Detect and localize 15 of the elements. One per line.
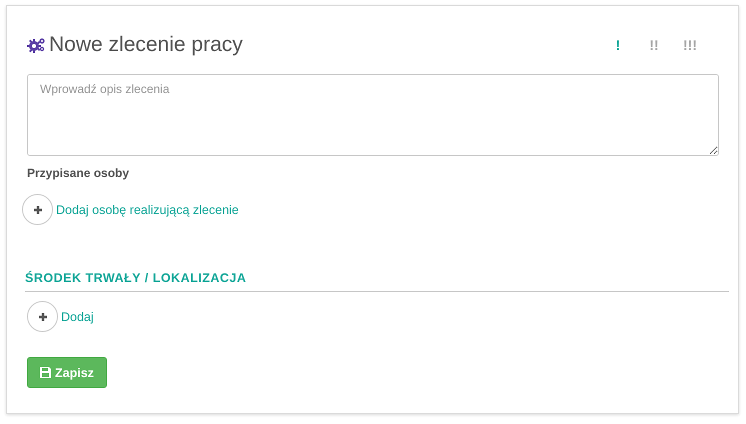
form-title: Nowe zlecenie pracy [49, 33, 243, 57]
add-link[interactable]: Dodaj osobę realizującą zlecenie [56, 202, 239, 216]
priority-toggle[interactable]: ! [600, 37, 636, 53]
add-button[interactable] [27, 301, 58, 332]
save-button[interactable]: Zapisz [27, 357, 107, 388]
add-button[interactable] [22, 194, 53, 225]
assigned-label: Przypisane osoby [27, 166, 130, 180]
plus-icon [38, 312, 48, 322]
add-link[interactable]: Dodaj [61, 310, 94, 324]
gears-icon [27, 37, 46, 53]
priority-toggle[interactable]: !! [636, 37, 672, 53]
plus-icon [32, 204, 42, 214]
section-heading: ŚRODEK TRWAŁY / LOKALIZACJA [25, 271, 729, 292]
description-field[interactable]: Wprowadź opis zlecenia [27, 74, 719, 156]
priority-toggle[interactable]: !!! [672, 37, 708, 53]
